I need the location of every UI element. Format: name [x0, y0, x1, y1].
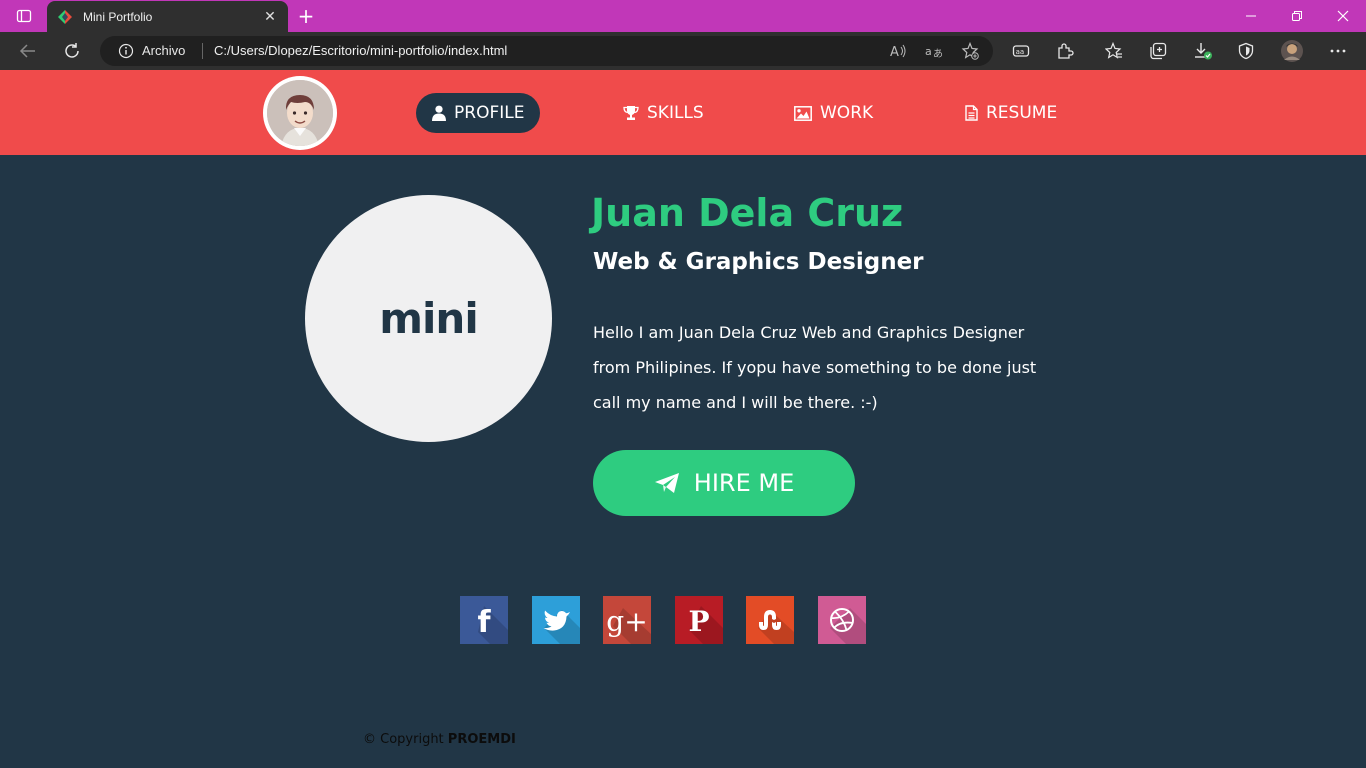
document-icon — [965, 105, 978, 121]
facebook-link[interactable]: f — [460, 596, 508, 644]
refresh-icon[interactable] — [57, 37, 87, 65]
nav-work-label: WORK — [820, 103, 874, 123]
header-avatar[interactable] — [263, 76, 337, 150]
svg-text:A: A — [890, 45, 899, 59]
browser-tab-strip: Mini Portfolio ✕ + — [0, 0, 1366, 32]
back-icon[interactable] — [13, 37, 43, 65]
svg-text:a: a — [925, 45, 932, 58]
copyright-text: © Copyright — [363, 732, 444, 747]
nav-skills-label: SKILLS — [647, 103, 704, 123]
google-plus-glyph: g+ — [606, 605, 647, 638]
nav-profile[interactable]: PROFILE — [416, 93, 541, 133]
site-header: PROFILE SKILLS WORK RESUME — [0, 70, 1366, 155]
profile-avatar-icon[interactable] — [1277, 37, 1307, 65]
new-tab-icon[interactable]: + — [292, 4, 320, 28]
profile-role: Web & Graphics Designer — [593, 249, 924, 275]
stumbleupon-icon — [758, 610, 794, 644]
more-icon[interactable] — [1323, 37, 1353, 65]
close-tab-icon[interactable]: ✕ — [262, 9, 278, 25]
copyright-brand: PROEMDI — [447, 732, 516, 747]
address-bar[interactable]: Archivo C:/Users/Dlopez/Escritorio/mini-… — [100, 36, 993, 66]
info-icon[interactable] — [118, 43, 134, 63]
tab-title: Mini Portfolio — [83, 9, 153, 24]
pinterest-link[interactable]: P — [675, 596, 723, 644]
nav-resume[interactable]: RESUME — [949, 93, 1073, 133]
browser-toolbar: Archivo C:/Users/Dlopez/Escritorio/mini-… — [0, 32, 1366, 92]
tab-favicon-icon — [58, 9, 72, 24]
omnibox-divider — [202, 43, 203, 59]
restore-icon[interactable] — [1274, 0, 1320, 32]
paper-plane-icon — [654, 473, 679, 493]
read-aloud-icon[interactable]: A — [887, 41, 909, 61]
dribbble-link[interactable] — [818, 596, 866, 644]
tab-actions-icon[interactable] — [8, 4, 40, 28]
site-info-label[interactable]: Archivo — [142, 43, 185, 58]
pinterest-icon: P — [688, 605, 723, 644]
footer-copyright: © Copyright PROEMDI — [363, 732, 516, 747]
profile-logo: mini — [305, 195, 552, 442]
twitter-icon — [543, 610, 580, 644]
trophy-icon — [623, 106, 639, 120]
browser-tab[interactable]: Mini Portfolio ✕ — [47, 1, 288, 32]
favorites-icon[interactable] — [1099, 37, 1129, 65]
svg-text:aa: aa — [1016, 48, 1025, 56]
twitter-link[interactable] — [532, 596, 580, 644]
google-plus-link[interactable]: g+ — [603, 596, 651, 644]
pinterest-glyph: P — [688, 605, 709, 638]
nav-resume-label: RESUME — [986, 103, 1058, 123]
avatar-face-icon — [267, 80, 333, 146]
svg-text:あ: あ — [933, 48, 943, 59]
dribbble-icon — [830, 608, 866, 644]
close-window-icon[interactable] — [1320, 0, 1366, 32]
google-plus-icon: g+ — [606, 605, 651, 644]
browser-essentials-icon[interactable] — [1231, 37, 1261, 65]
hire-me-label: HIRE ME — [693, 469, 795, 497]
profile-bio: Hello I am Juan Dela Cruz Web and Graphi… — [593, 323, 1037, 412]
translate-icon[interactable]: aあ — [923, 41, 945, 61]
facebook-icon: f — [477, 605, 508, 644]
profile-logo-text: mini — [379, 294, 478, 343]
nav-work[interactable]: WORK — [778, 93, 889, 133]
nav-skills[interactable]: SKILLS — [607, 93, 720, 133]
image-icon — [794, 105, 812, 121]
downloads-icon[interactable] — [1188, 37, 1218, 65]
profile-name: Juan Dela Cruz — [591, 191, 904, 235]
extensions-icon[interactable] — [1050, 37, 1080, 65]
hire-me-button[interactable]: HIRE ME — [593, 450, 855, 516]
nav-profile-label: PROFILE — [454, 103, 525, 123]
add-favorite-icon[interactable] — [959, 41, 981, 61]
facebook-glyph: f — [477, 605, 491, 640]
immersive-reader-icon[interactable]: aa — [1006, 37, 1036, 65]
minimize-icon[interactable] — [1228, 0, 1274, 32]
user-icon — [432, 105, 446, 121]
stumbleupon-link[interactable] — [746, 596, 794, 644]
url-text[interactable]: C:/Users/Dlopez/Escritorio/mini-portfoli… — [214, 43, 507, 58]
collections-icon[interactable] — [1143, 37, 1173, 65]
